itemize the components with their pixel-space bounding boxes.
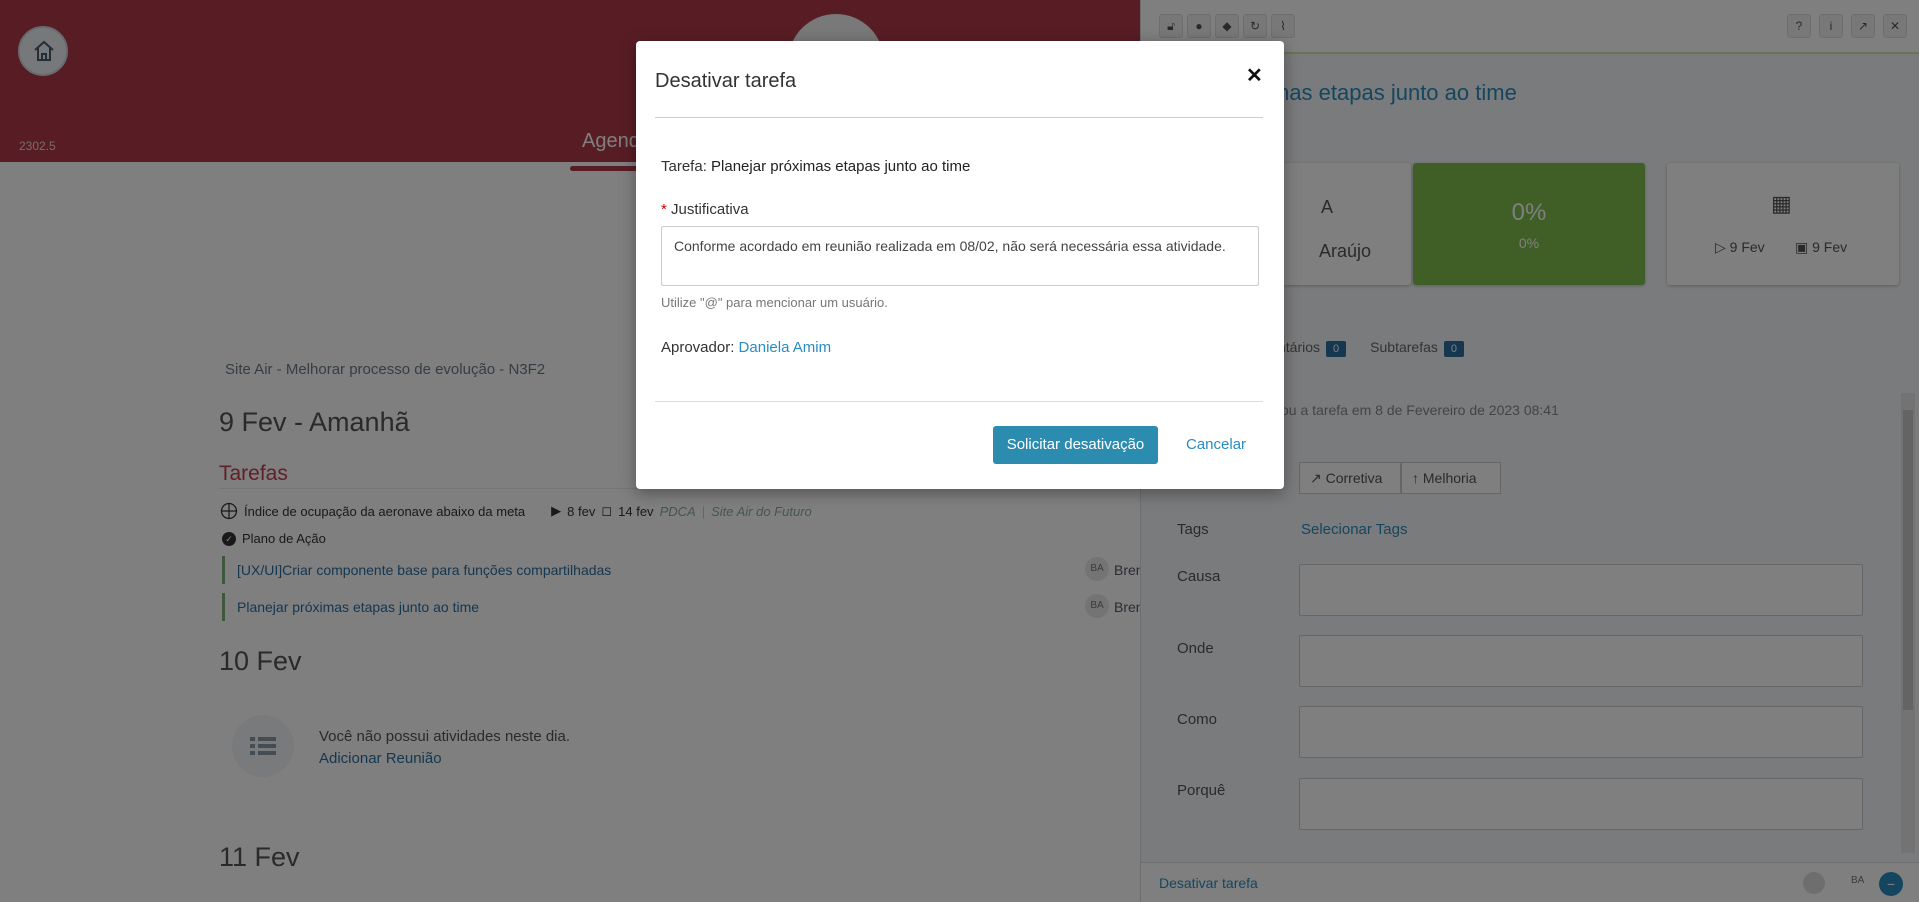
required-marker: * bbox=[661, 201, 667, 218]
request-deactivation-button[interactable]: Solicitar desativação bbox=[993, 426, 1158, 464]
justificativa-label-text: Justificativa bbox=[671, 201, 749, 218]
close-icon[interactable]: ✕ bbox=[1246, 63, 1263, 88]
task-prefix: Tarefa: bbox=[661, 158, 707, 175]
cancel-button[interactable]: Cancelar bbox=[1186, 436, 1246, 453]
deactivate-task-modal: Desativar tarefa ✕ Tarefa: Planejar próx… bbox=[636, 41, 1284, 489]
approver-prefix: Aprovador: bbox=[661, 339, 735, 356]
justificativa-textarea[interactable]: Conforme acordado em reunião realizada e… bbox=[661, 226, 1259, 286]
approver-row: Aprovador: Daniela Amim bbox=[661, 339, 831, 356]
task-name: Planejar próximas etapas junto ao time bbox=[711, 158, 971, 175]
mention-hint: Utilize "@" para mencionar um usuário. bbox=[661, 295, 888, 310]
justificativa-label: * Justificativa bbox=[661, 201, 749, 218]
divider bbox=[655, 117, 1263, 118]
divider bbox=[655, 401, 1263, 402]
task-reference: Tarefa: Planejar próximas etapas junto a… bbox=[661, 158, 970, 175]
modal-title: Desativar tarefa bbox=[655, 70, 797, 92]
approver-link[interactable]: Daniela Amim bbox=[739, 339, 832, 356]
